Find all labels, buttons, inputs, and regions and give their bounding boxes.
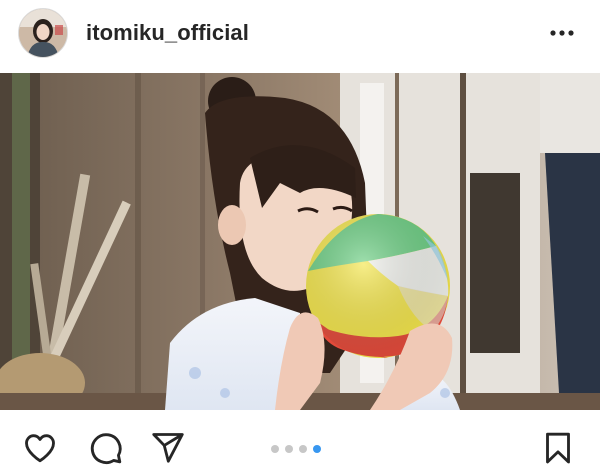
avatar-image (19, 9, 67, 57)
carousel-indicator (271, 445, 321, 453)
avatar[interactable] (18, 8, 68, 58)
carousel-dot-active[interactable] (313, 445, 321, 453)
heart-icon[interactable] (20, 428, 60, 468)
carousel-dot[interactable] (271, 445, 279, 453)
post-photo[interactable] (0, 73, 600, 410)
carousel-dot[interactable] (285, 445, 293, 453)
more-options-icon[interactable] (542, 18, 582, 48)
comment-icon[interactable] (86, 428, 126, 468)
bookmark-icon[interactable] (538, 428, 578, 468)
username[interactable]: itomiku_official (86, 20, 249, 46)
post-actions (0, 410, 600, 475)
carousel-dot[interactable] (299, 445, 307, 453)
paper-plane-icon[interactable] (148, 428, 188, 468)
post-header: itomiku_official (0, 0, 600, 66)
